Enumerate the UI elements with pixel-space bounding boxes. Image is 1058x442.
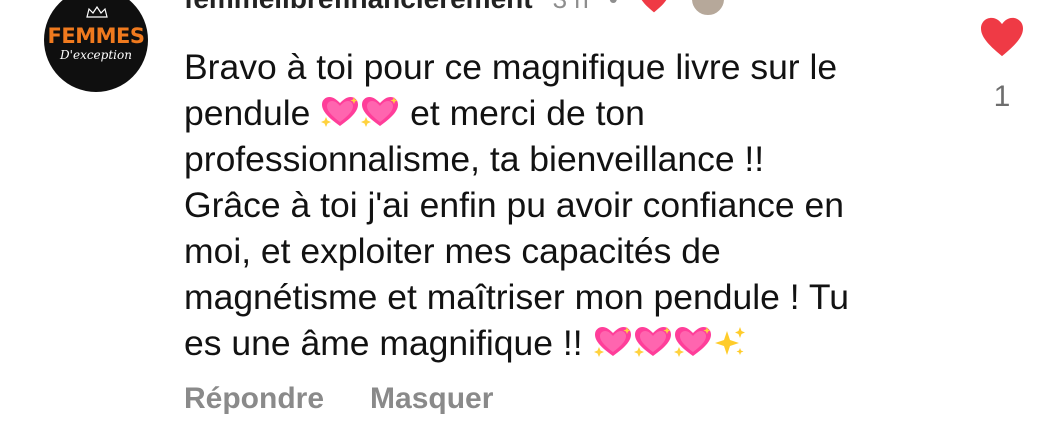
comment-line: professionnalisme, ta bienveillance !! <box>184 139 765 179</box>
crown-icon <box>86 6 108 18</box>
comment-line: pendule et merci de ton <box>184 90 944 136</box>
author-avatar[interactable]: FEMMES D'exception <box>44 0 148 92</box>
sparkles-icon <box>713 325 747 359</box>
comment-line: magnétisme et maîtriser mon pendule ! Tu <box>184 277 849 317</box>
like-button[interactable] <box>978 16 1026 63</box>
comment-text-fragment: et merci de ton <box>410 93 645 133</box>
comment-line: moi, et exploiter mes capacités de <box>184 231 721 271</box>
comment-line: Bravo à toi pour ce magnifique livre sur… <box>184 47 838 87</box>
author-username[interactable]: femmelibrefinancierement <box>184 0 533 15</box>
sparkling-heart-icon <box>673 325 713 359</box>
sparkling-heart-icon <box>633 325 673 359</box>
sparkling-heart-icon <box>320 95 360 129</box>
hide-button[interactable]: Masquer <box>370 382 493 416</box>
comment-header: femmelibrefinancierement 3 h • <box>184 0 726 17</box>
comment-actions: Répondre Masquer <box>184 382 493 416</box>
author-liked-avatar <box>689 0 726 17</box>
heart-icon <box>979 16 1025 58</box>
comment-text: Bravo à toi pour ce magnifique livre sur… <box>184 44 944 366</box>
comment-line: es une âme magnifique !! <box>184 320 944 366</box>
comment-text-fragment: es une âme magnifique !! <box>184 323 583 363</box>
sparkling-heart-icon <box>360 95 400 129</box>
avatar-brand-text: FEMMES <box>47 24 145 48</box>
comment-line: Grâce à toi j'ai enfin pu avoir confianc… <box>184 185 844 225</box>
reply-button[interactable]: Répondre <box>184 382 324 416</box>
author-liked-heart-icon <box>638 0 670 14</box>
like-count: 1 <box>993 80 1011 113</box>
sparkling-heart-icon <box>593 325 633 359</box>
comment-text-fragment: pendule <box>184 93 311 133</box>
separator-dot: • <box>609 0 618 15</box>
avatar-tagline-text: D'exception <box>60 48 132 62</box>
comment-time: 3 h <box>553 0 589 15</box>
